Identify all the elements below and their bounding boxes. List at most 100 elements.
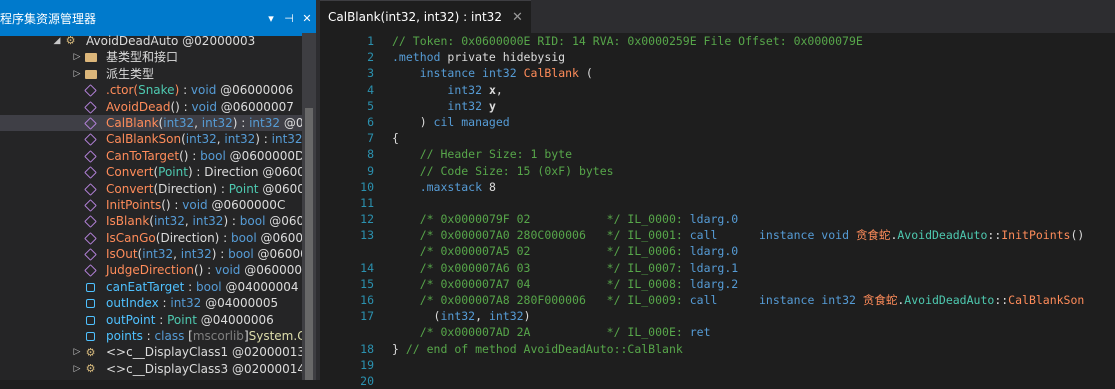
close-icon[interactable]: ✕: [298, 12, 316, 25]
dropdown-icon[interactable]: ▾: [262, 12, 280, 25]
tree-item-label: IsOut(int32, int32) : bool @06000: [106, 246, 308, 262]
tree-item-label: outIndex : int32 @04000005: [106, 295, 278, 311]
tree-token: @02000014: [228, 361, 306, 376]
tree-token: (Direction) :: [153, 181, 229, 196]
tree-item[interactable]: ▷ 基类型和接口: [0, 49, 304, 65]
tree-item[interactable]: JudgeDirection() : void @0600001: [0, 262, 310, 278]
code-token: // end of method AvoidDeadAuto::CalBlank: [405, 341, 683, 356]
code-line: } // end of method AvoidDeadAuto::CalBla…: [392, 341, 1084, 357]
code-editor: CalBlank(int32, int32) : int32 ✕ 1234567…: [320, 0, 1115, 388]
code-token: cil managed: [433, 114, 510, 129]
tree-token: int32: [180, 247, 212, 262]
tab-calblank[interactable]: CalBlank(int32, int32) : int32 ✕: [320, 0, 531, 33]
explorer-scrollbar[interactable]: [302, 33, 316, 380]
tree-item[interactable]: outPoint : Point @04000006: [0, 312, 304, 328]
code-token: int32: [447, 82, 483, 97]
tree-item[interactable]: CalBlankSon(int32, int32) : int32 @: [0, 131, 316, 147]
tree-item-label: Convert(Direction) : Point @06000: [106, 181, 313, 197]
tree-token: @04000005: [201, 296, 279, 311]
tree-token: bool: [196, 279, 222, 294]
close-icon[interactable]: ✕: [512, 10, 523, 25]
code-token: y: [488, 98, 496, 113]
method-icon: [84, 100, 97, 114]
tree-token: () :: [170, 99, 192, 114]
method-icon: [84, 133, 97, 147]
tree-token: :: [142, 329, 155, 344]
tree-item[interactable]: points : class [mscorlib]System.Co: [0, 328, 313, 344]
code-token: (): [1070, 228, 1085, 243]
tree-item[interactable]: CalBlank(int32, int32) : int32 @060: [0, 114, 316, 132]
tree-token: JudgeDirection: [106, 263, 194, 278]
line-number: 10: [360, 179, 374, 194]
explorer-header: 程序集资源管理器 ▾ ⊣ ✕: [0, 0, 316, 36]
expanded-arrow-icon[interactable]: ◢: [52, 33, 62, 49]
pin-icon[interactable]: ⊣: [280, 12, 298, 25]
tree-token: @06000006: [216, 83, 294, 98]
tree-token: int32: [163, 115, 195, 130]
tree-item[interactable]: ▷ 派生类型: [0, 66, 304, 82]
code-line: /* 0x000007A7 04 */ IL_0008: ldarg.2: [392, 276, 1084, 292]
tree-item[interactable]: IsBlank(int32, int32) : bool @0600: [0, 213, 312, 229]
code-token: call: [689, 228, 718, 243]
code-text[interactable]: // Token: 0x0600000E RID: 14 RVA: 0x0000…: [392, 33, 1084, 373]
code-token: ret: [689, 325, 711, 340]
tree-token: @04000006: [196, 312, 274, 327]
collapsed-arrow-icon[interactable]: ▷: [72, 344, 82, 360]
tree-item[interactable]: Convert(Direction) : Point @06000: [0, 181, 313, 197]
tree-item[interactable]: CanToTarget() : bool @0600000D: [0, 148, 304, 164]
line-number: 14: [360, 260, 374, 275]
tree-token: ) :: [255, 132, 272, 147]
assembly-explorer-panel: 程序集资源管理器 ▾ ⊣ ✕ ◢ ⚙ AvoidDeadAuto @02000003…: [0, 0, 316, 380]
tree-token: :: [179, 83, 191, 98]
code-token: ): [392, 114, 434, 129]
tree-item[interactable]: IsCanGo(Direction) : bool @0600: [0, 230, 304, 246]
tree-item[interactable]: AvoidDead() : void @06000007: [0, 99, 304, 115]
collapsed-arrow-icon[interactable]: ▷: [72, 66, 82, 82]
tree-item[interactable]: .ctor(Snake) : void @06000006: [0, 82, 304, 98]
tree-item[interactable]: ▷ ⚙ <>c__DisplayClass3 @02000014: [0, 361, 306, 377]
tree-token: int32: [170, 296, 202, 311]
code-token: 贪食蛇: [855, 228, 891, 243]
line-number: 6: [367, 114, 374, 129]
tree-item[interactable]: outIndex : int32 @04000005: [0, 295, 304, 311]
tree-token: void: [191, 99, 217, 114]
tree-token: ) :: [187, 165, 205, 180]
tree-token: points: [106, 329, 143, 344]
collapsed-arrow-icon[interactable]: ▷: [72, 361, 82, 377]
tree-token: () :: [193, 263, 216, 278]
tree-token: Point: [167, 312, 197, 327]
scroll-thumb[interactable]: [305, 108, 313, 380]
tree-token: Direction: [204, 165, 259, 180]
code-token: }: [392, 341, 406, 356]
tree-item[interactable]: Convert(Point) : Direction @06000: [0, 164, 313, 180]
line-number: 18: [360, 341, 374, 356]
code-line: /* 0x000007A5 02 */ IL_0006: ldarg.0: [392, 243, 1084, 259]
collapsed-arrow-icon[interactable]: ▷: [72, 49, 82, 65]
code-line: ) cil managed: [392, 114, 1084, 130]
code-token: CalBlankSon: [1008, 293, 1085, 307]
tree-item-label: Convert(Point) : Direction @06000: [106, 164, 313, 180]
tree-item[interactable]: InitPoints() : void @0600000C: [0, 197, 304, 213]
tree-item[interactable]: IsOut(int32, int32) : bool @06000: [0, 246, 308, 262]
class-icon: ⚙: [65, 34, 76, 48]
explorer-title: 程序集资源管理器: [0, 11, 97, 26]
tree-token: @0600000C: [207, 197, 286, 212]
tree-token: @06000: [253, 247, 308, 262]
tree-token: <>c__DisplayClass3: [106, 361, 229, 376]
tree-item-label: 派生类型: [106, 66, 154, 82]
tree-item[interactable]: ◢ ⚙ AvoidDeadAuto @02000003: [0, 33, 304, 49]
tree-token: @0600000D: [225, 148, 305, 163]
tree-token: @0600: [256, 230, 304, 245]
code-token: /* 0x000007A5 02 */ IL_0006:: [419, 244, 690, 259]
tree-token: [: [184, 329, 193, 344]
code-token: /* 0x000007AD 2A */ IL_000E:: [419, 325, 690, 340]
code-area[interactable]: 1 2 3 4 5 6 7 8 9 10 11 12 13 14 15 16 17 18 19 20 // Token…: [320, 33, 1115, 388]
line-number: 12: [360, 212, 374, 227]
tree-item[interactable]: ▷ ⚙ <>c__DisplayClass1 @02000013: [0, 344, 306, 360]
tree-token: 基类型和接口: [106, 50, 179, 65]
tree-item[interactable]: canEatTarget : bool @04000004: [0, 279, 304, 295]
method-icon: [84, 182, 97, 196]
